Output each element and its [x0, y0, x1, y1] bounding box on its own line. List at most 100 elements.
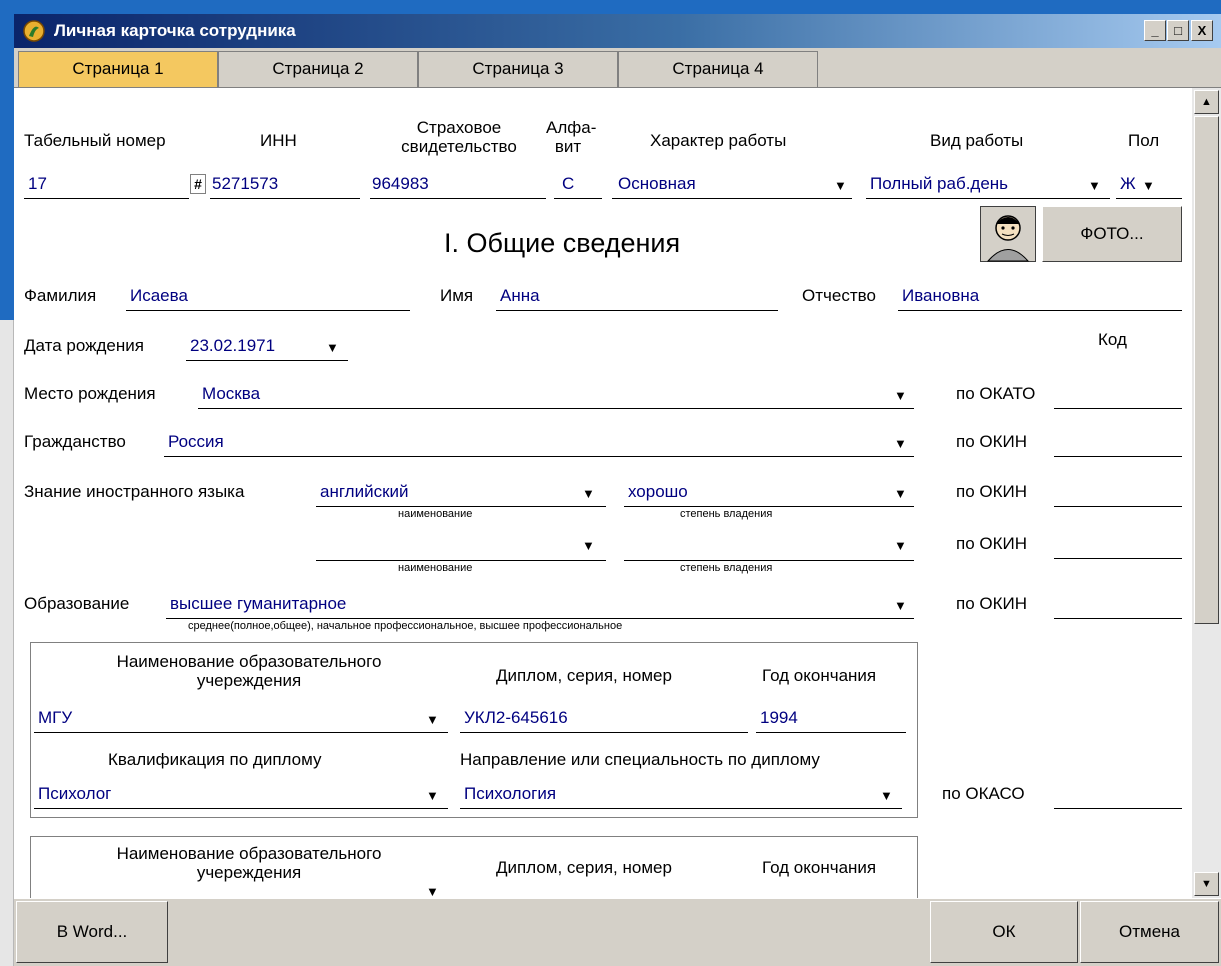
insurance-label: Страховое свидетельство [401, 118, 517, 156]
work-type-label: Вид работы [930, 131, 1024, 150]
title-bar[interactable]: Личная карточка сотрудника _ □ X [14, 14, 1221, 48]
language-1-underline [316, 506, 606, 507]
tab-page-2[interactable]: Страница 2 [218, 51, 418, 87]
okin-field-1[interactable] [1054, 456, 1182, 457]
tab-page-3[interactable]: Страница 3 [418, 51, 618, 87]
minimize-button[interactable]: _ [1144, 20, 1166, 41]
cancel-button[interactable]: Отмена [1080, 901, 1219, 963]
code-label: Код [1098, 330, 1127, 349]
insurance-field[interactable]: 964983 [372, 174, 429, 194]
app-icon [23, 20, 45, 42]
birth-date-label: Дата рождения [24, 336, 144, 355]
chevron-down-icon[interactable]: ▼ [326, 340, 339, 355]
close-button[interactable]: X [1191, 20, 1213, 41]
chevron-down-icon[interactable]: ▼ [894, 436, 907, 451]
scroll-down-button[interactable]: ▼ [1194, 872, 1219, 896]
maximize-button[interactable]: □ [1167, 20, 1189, 41]
graduation-year-label: Год окончания [762, 666, 877, 685]
institution-field[interactable]: МГУ [38, 708, 72, 728]
tab-number-field[interactable]: 17 [28, 174, 47, 194]
birth-date-underline [186, 360, 348, 361]
chevron-down-icon[interactable]: ▼ [426, 712, 439, 727]
work-type-underline [866, 198, 1110, 199]
qualification-field[interactable]: Психолог [38, 784, 111, 804]
language-1-level-underline [624, 506, 914, 507]
specialty-field[interactable]: Психология [464, 784, 556, 804]
institution-label-2: Наименование образовательного учереждени… [116, 844, 382, 882]
chevron-down-icon[interactable]: ▼ [1142, 178, 1155, 193]
person-photo-icon [980, 206, 1036, 262]
tab-page-1[interactable]: Страница 1 [18, 51, 218, 87]
first-name-field[interactable]: Анна [500, 286, 540, 306]
education-label: Образование [24, 594, 130, 613]
sex-label: Пол [1128, 131, 1160, 150]
birthplace-field[interactable]: Москва [202, 384, 260, 404]
chevron-down-icon[interactable]: ▼ [426, 788, 439, 803]
patronymic-underline [898, 310, 1182, 311]
export-word-button[interactable]: В Word... [16, 901, 168, 963]
chevron-down-icon[interactable]: ▼ [894, 538, 907, 553]
language-1-level-field[interactable]: хорошо [628, 482, 688, 502]
tab-strip: Страница 1 Страница 2 Страница 3 Страниц… [14, 48, 1221, 88]
background-window-strip [0, 320, 14, 966]
language-1-field[interactable]: английский [320, 482, 409, 502]
tab-number-label: Табельный номер [24, 131, 166, 150]
scroll-thumb[interactable] [1194, 116, 1219, 624]
hash-button[interactable]: # [190, 174, 206, 194]
language-level-caption: степень владения [680, 562, 773, 574]
citizenship-field[interactable]: Россия [168, 432, 224, 452]
work-type-select[interactable]: Полный раб.день [870, 174, 1008, 194]
language-2-level-field[interactable] [624, 560, 914, 561]
work-nature-label: Характер работы [650, 131, 787, 150]
okaso-field[interactable] [1054, 808, 1182, 809]
chevron-down-icon[interactable]: ▼ [582, 486, 595, 501]
surname-underline [126, 310, 410, 311]
okin-field-2[interactable] [1054, 506, 1182, 507]
chevron-down-icon[interactable]: ▼ [894, 598, 907, 613]
chevron-down-icon[interactable]: ▼ [894, 486, 907, 501]
sex-select[interactable]: Ж [1120, 174, 1136, 194]
qualification-underline [34, 808, 448, 809]
alphabet-label: Алфа-вит [546, 118, 597, 156]
language-2-field[interactable] [316, 560, 606, 561]
chevron-down-icon[interactable]: ▼ [880, 788, 893, 803]
language-level-caption: степень владения [680, 508, 773, 520]
ok-button[interactable]: ОК [930, 901, 1078, 963]
scroll-up-button[interactable]: ▲ [1194, 90, 1219, 114]
okin-field-4[interactable] [1054, 618, 1182, 619]
work-nature-select[interactable]: Основная [618, 174, 696, 194]
tab-page-4[interactable]: Страница 4 [618, 51, 818, 87]
education-underline [166, 618, 914, 619]
graduation-year-underline [756, 732, 906, 733]
alphabet-field[interactable]: С [562, 174, 574, 194]
okin-field-3[interactable] [1054, 558, 1182, 559]
patronymic-field[interactable]: Ивановна [902, 286, 979, 306]
vertical-scrollbar[interactable]: ▲ ▼ [1192, 88, 1221, 898]
inn-field[interactable]: 5271573 [212, 174, 278, 194]
patronymic-label: Отчество [802, 286, 876, 305]
birth-date-field[interactable]: 23.02.1971 [190, 336, 275, 356]
education-field[interactable]: высшее гуманитарное [170, 594, 346, 614]
diploma-field[interactable]: УКЛ2-645616 [464, 708, 568, 728]
section-heading: I. Общие сведения [444, 228, 681, 258]
chevron-down-icon[interactable]: ▼ [894, 388, 907, 403]
okato-field[interactable] [1054, 408, 1182, 409]
okin-label-1: по ОКИН [956, 432, 1028, 451]
specialty-label: Направление или специальность по диплому [460, 750, 820, 769]
window-title: Личная карточка сотрудника [54, 21, 296, 40]
graduation-year-field[interactable]: 1994 [760, 708, 798, 728]
diploma-label-2: Диплом, серия, номер [496, 858, 672, 877]
chevron-down-icon[interactable]: ▼ [834, 178, 847, 193]
sex-underline [1116, 198, 1182, 199]
language-name-caption: наименование [398, 508, 473, 520]
okin-label-4: по ОКИН [956, 594, 1028, 613]
first-name-label: Имя [440, 286, 474, 305]
chevron-down-icon[interactable]: ▼ [582, 538, 595, 553]
photo-button[interactable]: ФОТО... [1042, 206, 1182, 262]
institution-underline [34, 732, 448, 733]
chevron-down-icon[interactable]: ▼ [1088, 178, 1101, 193]
surname-field[interactable]: Исаева [130, 286, 188, 306]
diploma-label: Диплом, серия, номер [496, 666, 672, 685]
tab-number-underline [24, 198, 189, 199]
chevron-down-icon[interactable]: ▼ [426, 884, 439, 898]
